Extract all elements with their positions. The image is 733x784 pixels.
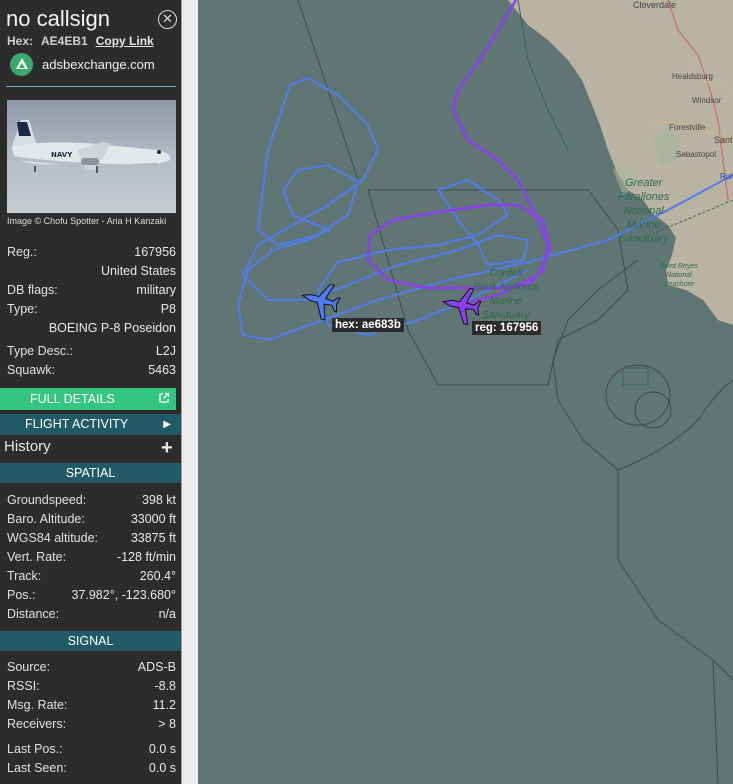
country-row: United States: [7, 263, 176, 280]
adsbexchange-link[interactable]: adsbexchange.com: [10, 52, 155, 76]
history-expand-icon[interactable]: +: [161, 437, 173, 460]
track-label: Track:: [7, 569, 42, 583]
place-forestville: Forestville: [669, 123, 706, 132]
adsbexchange-text: adsbexchange.com: [42, 56, 155, 72]
last-seen-value: 0.0 s: [148, 761, 176, 775]
msg-rate-label: Msg. Rate:: [7, 698, 68, 712]
type-label: Type:: [7, 302, 38, 316]
photo-tail-text: NAVY: [51, 151, 73, 159]
receivers-label: Receivers:: [7, 717, 67, 731]
hex-label: Hex:: [7, 34, 34, 48]
typedesc-label: Type Desc.:: [7, 344, 73, 358]
baro-altitude-label: Baro. Altitude:: [7, 512, 85, 526]
source-value: ADS-B: [137, 660, 176, 674]
source-row: Source: ADS-B: [7, 659, 176, 676]
rssi-value: -8.8: [154, 679, 176, 693]
distance-row: Distance: n/a: [7, 606, 176, 623]
place-cloverdale: Cloverdale: [633, 0, 677, 10]
place-santa: Sant: [714, 135, 733, 145]
signal-header: SIGNAL: [0, 631, 181, 651]
position-row: Pos.: 37.982°, -123.680°: [7, 587, 176, 604]
dbflags-value: military: [136, 283, 176, 297]
sanctuary-label-cordell: Cordell Bank National Marine Sanctuary: [473, 267, 539, 321]
groundspeed-row: Groundspeed: 398 kt: [7, 492, 176, 509]
dbflags-label: DB flags:: [7, 283, 58, 297]
vert-rate-value: -128 ft/min: [116, 550, 176, 564]
receivers-value: > 8: [158, 717, 176, 731]
callsign-title: no callsign: [6, 6, 110, 31]
position-label: Pos.:: [7, 588, 36, 602]
photo-caption: Image © Chofu Spotter - Aria H Kanzaki: [7, 216, 167, 226]
aircraft-label-hex[interactable]: hex: ae683b: [332, 318, 404, 332]
place-sebastopol: Sebastopol: [676, 150, 717, 159]
reg-row: Reg.: 167956: [7, 244, 176, 261]
country-value: United States: [100, 264, 176, 278]
aircraft-label-reg[interactable]: reg: 167956: [472, 321, 542, 335]
place-healdsburg: Healdsburg: [672, 72, 713, 81]
squawk-row: Squawk: 5463: [7, 362, 176, 379]
receivers-row: Receivers: > 8: [7, 716, 176, 733]
divider: [6, 86, 176, 87]
sidebar-resize-handle[interactable]: [181, 0, 198, 784]
last-pos-value: 0.0 s: [148, 742, 176, 756]
place-rohn: Rohn: [720, 172, 733, 181]
last-seen-row: Last Seen: 0.0 s: [7, 760, 176, 777]
chevron-right-icon: ▶: [163, 419, 171, 430]
baro-altitude-value: 33000 ft: [130, 512, 176, 526]
typedesc-row: Type Desc.: L2J: [7, 343, 176, 360]
type-value: P8: [160, 302, 176, 316]
full-details-label: FULL DETAILS: [30, 392, 115, 406]
distance-label: Distance:: [7, 607, 60, 621]
flight-activity-label: FLIGHT ACTIVITY: [25, 417, 129, 431]
track-row: Track: 260.4°: [7, 568, 176, 585]
source-label: Source:: [7, 660, 51, 674]
park-label-point-reyes: Point Reyes National Seashore: [660, 263, 698, 288]
dbflags-row: DB flags: military: [7, 282, 176, 299]
last-pos-row: Last Pos.: 0.0 s: [7, 741, 176, 758]
msg-rate-value: 11.2: [152, 698, 176, 712]
full-details-button[interactable]: FULL DETAILS: [0, 388, 176, 410]
flight-activity-button[interactable]: FLIGHT ACTIVITY ▶: [0, 414, 181, 435]
external-link-icon: [159, 392, 170, 403]
groundspeed-value: 398 kt: [141, 493, 176, 507]
map-view[interactable]: hex: ae683b reg: 167956 Cloverdale Heald…: [198, 0, 733, 784]
baro-altitude-row: Baro. Altitude: 33000 ft: [7, 511, 176, 528]
position-value: 37.982°, -123.680°: [71, 588, 176, 602]
spatial-header: SPATIAL: [0, 463, 181, 483]
type-name-value: BOEING P-8 Poseidon: [48, 321, 176, 335]
land-mass: [508, 0, 733, 325]
rssi-label: RSSI:: [7, 679, 40, 693]
hex-line: Hex: AE4EB1 Copy Link: [7, 34, 154, 48]
history-label: History: [4, 438, 51, 455]
wgs84-altitude-label: WGS84 altitude:: [7, 531, 99, 545]
aircraft-info-sidebar: no callsign ✕ Hex: AE4EB1 Copy Link adsbex…: [0, 0, 181, 784]
rssi-row: RSSI: -8.8: [7, 678, 176, 695]
sanctuary-label-farallones: Greater Farallones National Marine Sanctuary: [618, 177, 670, 245]
last-seen-label: Last Seen:: [7, 761, 67, 775]
squawk-label: Squawk:: [7, 363, 55, 377]
vert-rate-row: Vert. Rate: -128 ft/min: [7, 549, 176, 566]
adsbexchange-logo-icon: [10, 52, 33, 76]
aircraft-photo[interactable]: NAVY: [7, 100, 176, 213]
groundspeed-label: Groundspeed:: [7, 493, 87, 507]
vert-rate-label: Vert. Rate:: [7, 550, 67, 564]
wgs84-altitude-value: 33875 ft: [130, 531, 176, 545]
last-pos-label: Last Pos.:: [7, 742, 63, 756]
reg-label: Reg.:: [7, 245, 37, 259]
msg-rate-row: Msg. Rate: 11.2: [7, 697, 176, 714]
close-icon[interactable]: ✕: [158, 10, 177, 29]
hex-value: AE4EB1: [41, 34, 88, 48]
type-row: Type: P8: [7, 301, 176, 318]
distance-value: n/a: [158, 607, 176, 621]
type-name-row: BOEING P-8 Poseidon: [7, 320, 176, 337]
place-windsor: Windsor: [692, 96, 722, 105]
track-value: 260.4°: [139, 569, 176, 583]
reg-value: 167956: [134, 245, 176, 259]
wgs84-altitude-row: WGS84 altitude: 33875 ft: [7, 530, 176, 547]
map-canvas: [236, 0, 733, 784]
copy-link[interactable]: Copy Link: [96, 34, 154, 48]
squawk-value: 5463: [148, 363, 176, 377]
typedesc-value: L2J: [155, 344, 176, 358]
